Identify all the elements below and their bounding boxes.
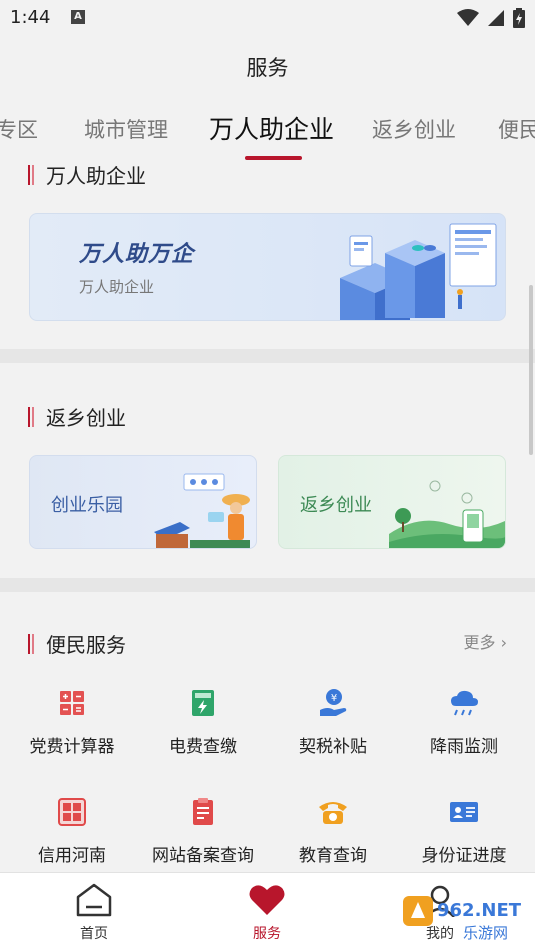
section-title: 返乡创业 (46, 406, 126, 430)
service-item[interactable]: 教育查询 (268, 795, 398, 866)
service-label: 网站备案查询 (152, 846, 254, 866)
calculator-icon (60, 691, 84, 715)
category-tabs: 专区 城市管理 万人助企业 返乡创业 便民 (0, 110, 535, 162)
watermark-text: 乐游网 (463, 924, 508, 942)
notification-icon: A (71, 10, 85, 24)
status-time: 1:44 (10, 7, 51, 28)
telephone-icon (319, 802, 347, 824)
section-marker (28, 164, 34, 185)
service-label: 教育查询 (299, 846, 367, 866)
service-label: 降雨监测 (430, 737, 498, 757)
service-label: 电费查缴 (169, 737, 237, 757)
service-item[interactable]: 信用河南 (7, 795, 137, 866)
section-marker (28, 633, 34, 654)
signal-icon (488, 10, 504, 26)
section-divider (0, 349, 535, 363)
page-title: 服务 (246, 56, 289, 80)
more-label: 更多 (463, 633, 496, 652)
card-fanxiang-chuangye[interactable]: 返乡创业 (278, 455, 506, 549)
credit-seal-icon (58, 798, 86, 826)
electricity-meter-icon (192, 690, 214, 716)
banner-title: 万人助万企 (79, 242, 195, 267)
clipboard-icon (193, 798, 213, 825)
heart-icon (249, 885, 285, 915)
section-divider (0, 578, 535, 592)
service-item[interactable]: 降雨监测 (399, 686, 529, 757)
status-bar: 1:44 A (0, 0, 535, 36)
section-marker (28, 406, 34, 427)
card-chuangye-leyuan[interactable]: 创业乐园 (29, 455, 257, 549)
section-header-fanxiang: 返乡创业 (28, 402, 126, 431)
nav-services[interactable]: 服务 (227, 883, 307, 943)
section-title: 万人助企业 (46, 164, 146, 188)
svg-text:¥: ¥ (331, 693, 337, 704)
tab-fanxiang-chuangye[interactable]: 返乡创业 (372, 114, 456, 144)
scrollbar-thumb[interactable] (529, 285, 533, 455)
isometric-buildings-illustration (340, 223, 497, 320)
section-header-wanren: 万人助企业 (28, 160, 146, 189)
card-label: 返乡创业 (300, 495, 372, 516)
service-label: 身份证进度 (421, 846, 507, 866)
tab-zhuanqu[interactable]: 专区 (0, 114, 38, 144)
service-label: 信用河南 (38, 846, 106, 866)
tab-bianmin[interactable]: 便民 (498, 114, 535, 144)
service-item[interactable]: 电费查缴 (138, 686, 268, 757)
service-item[interactable]: 党费计算器 (7, 686, 137, 757)
home-icon (76, 883, 112, 917)
entrepreneur-illustration (154, 473, 250, 548)
section-title: 便民服务 (46, 633, 126, 657)
active-tab-indicator (245, 156, 302, 160)
watermark-text: 962.NET (437, 900, 522, 921)
service-label: 党费计算器 (29, 737, 115, 757)
service-label: 契税补贴 (299, 737, 367, 757)
farmland-illustration (389, 480, 505, 548)
service-item[interactable]: ¥ 契税补贴 (268, 686, 398, 757)
service-item[interactable]: 身份证进度 (399, 795, 529, 866)
chevron-right-icon: › (500, 633, 507, 652)
wifi-icon (457, 9, 479, 26)
nav-home[interactable]: 首页 (54, 883, 134, 943)
tab-wanren-zhu-qiye[interactable]: 万人助企业 (209, 110, 334, 146)
banner-subtitle: 万人助企业 (79, 278, 155, 296)
more-link[interactable]: 更多 › (463, 629, 507, 653)
wanren-banner[interactable]: 万人助万企 万人助企业 (29, 213, 506, 321)
site-watermark: 962.NET 乐游网 (401, 892, 531, 944)
rain-cloud-icon (451, 690, 478, 716)
id-card-icon (450, 802, 478, 822)
nav-label: 服务 (253, 926, 281, 942)
section-header-bianmin: 便民服务 (28, 629, 126, 658)
service-item[interactable]: 网站备案查询 (138, 795, 268, 866)
nav-label: 首页 (80, 926, 108, 942)
tax-subsidy-icon: ¥ (320, 689, 347, 716)
tab-city-management[interactable]: 城市管理 (84, 114, 168, 144)
card-label: 创业乐园 (51, 495, 123, 516)
watermark-logo: 962.NET 乐游网 (403, 896, 522, 942)
battery-icon (513, 8, 525, 28)
